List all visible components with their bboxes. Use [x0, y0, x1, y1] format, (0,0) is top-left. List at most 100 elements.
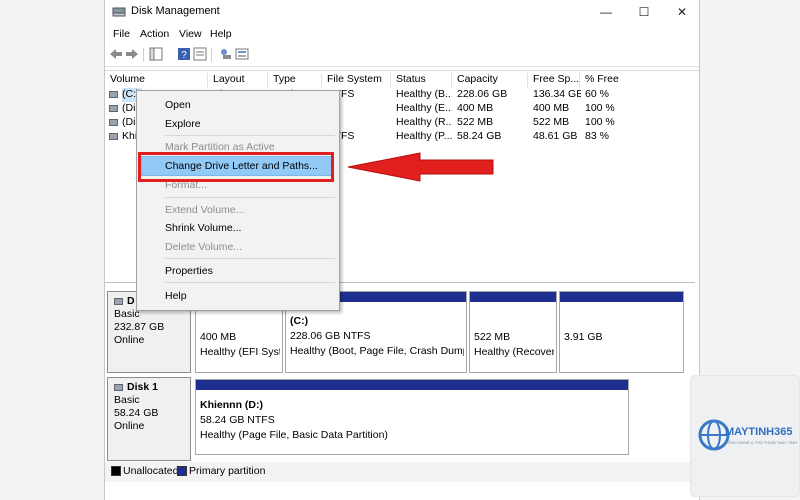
drive-icon	[109, 119, 118, 126]
toolbar-separator	[143, 48, 144, 62]
menu-item-help[interactable]: Help	[165, 290, 187, 302]
primary-partition-swatch	[177, 466, 187, 476]
partition-size: 400 MB	[200, 331, 237, 343]
partition-status: Healthy (EFI System	[200, 346, 280, 358]
brand-name: MAYTINH365	[725, 426, 793, 438]
properties-icon[interactable]	[193, 47, 207, 61]
partition-size: 228.06 GB NTFS	[290, 330, 371, 342]
toolbar: ?	[105, 44, 699, 67]
cell-percent-free: 100 %	[585, 116, 615, 128]
close-button[interactable]: ✕	[663, 0, 701, 24]
menu-view[interactable]: View	[179, 28, 202, 40]
disk-size: 58.24 GB	[114, 407, 159, 419]
context-menu: Open Explore Mark Partition as Active Ch…	[136, 90, 340, 311]
cell-capacity: 228.06 GB	[457, 88, 508, 100]
column-header-volume[interactable]: Volume	[105, 73, 208, 88]
cell-percent-free: 83 %	[585, 130, 609, 142]
disk-icon	[114, 298, 123, 305]
cell-capacity: 522 MB	[457, 116, 494, 128]
partition-status: Healthy (Page File, Basic Data Partition…	[200, 429, 388, 441]
cell-status: Healthy (P...	[396, 130, 452, 142]
connect-icon[interactable]	[219, 47, 233, 61]
brand-tagline: CÔNG NGHỆ & THỦ THUẬT MÁY TÍNH	[725, 440, 798, 445]
close-icon: ✕	[676, 5, 688, 19]
column-header-free-space[interactable]: Free Sp...	[528, 73, 580, 88]
disk-1-label[interactable]: Disk 1 Basic 58.24 GB Online	[107, 377, 191, 461]
cell-status: Healthy (B...	[396, 88, 452, 100]
partition-name: (C:)	[290, 315, 309, 327]
minimize-button[interactable]: —	[587, 0, 625, 24]
unallocated-swatch	[111, 466, 121, 476]
console-tree-icon[interactable]	[149, 47, 163, 61]
toolbar-separator	[211, 48, 212, 62]
maximize-button[interactable]: ☐	[625, 0, 663, 24]
menu-file[interactable]: File	[113, 28, 130, 40]
disk-type: Basic	[114, 394, 140, 406]
column-header-capacity[interactable]: Capacity	[452, 73, 528, 88]
partition-size: 522 MB	[474, 331, 511, 343]
cell-percent-free: 100 %	[585, 102, 615, 114]
cell-status: Healthy (E...	[396, 102, 452, 114]
menu-item-extend-volume: Extend Volume...	[165, 204, 245, 216]
disk-icon	[114, 384, 123, 391]
cell-free-space: 136.34 GB	[533, 88, 581, 100]
partition-status: Healthy (Boot, Page File, Crash Dump, Ba	[290, 345, 464, 357]
partition-size: 58.24 GB NTFS	[200, 414, 275, 426]
partition-name: Khiennn (D:)	[200, 399, 263, 411]
legend-primary-partition: Primary partition	[189, 465, 266, 477]
brand-watermark: MAYTINH365 CÔNG NGHỆ & THỦ THUẬT MÁY TÍN…	[690, 375, 800, 497]
menu-item-explore[interactable]: Explore	[165, 118, 201, 130]
partition-recovery[interactable]: 522 MB Healthy (Recovery	[469, 291, 557, 373]
partition-d[interactable]: Khiennn (D:) 58.24 GB NTFS Healthy (Page…	[195, 379, 629, 455]
menu-item-delete-volume: Delete Volume...	[165, 241, 243, 253]
disk-list-icon[interactable]	[235, 47, 249, 61]
cell-percent-free: 60 %	[585, 88, 609, 100]
disk-status: Online	[114, 420, 145, 432]
legend-bar: Unallocated Primary partition	[105, 462, 699, 482]
window-title: Disk Management	[131, 5, 220, 17]
menu-item-open[interactable]: Open	[165, 99, 191, 111]
cell-capacity: 58.24 GB	[457, 130, 502, 142]
menu-help[interactable]: Help	[210, 28, 232, 40]
maximize-icon: ☐	[638, 5, 650, 19]
menu-action[interactable]: Action	[140, 28, 169, 40]
primary-partition-bar	[470, 292, 556, 302]
cell-free-space: 400 MB	[533, 102, 570, 114]
minimize-icon: —	[600, 5, 612, 19]
column-header-layout[interactable]: Layout	[208, 73, 268, 88]
back-arrow-icon[interactable]	[109, 47, 123, 61]
disk-size: 232.87 GB	[114, 321, 165, 333]
menu-item-properties[interactable]: Properties	[165, 265, 213, 277]
menu-separator	[165, 135, 335, 136]
svg-text:?: ?	[181, 50, 187, 61]
partition-size: 3.91 GB	[564, 331, 603, 343]
cell-status: Healthy (R...	[396, 116, 452, 128]
cell-free-space: 522 MB	[533, 116, 570, 128]
drive-icon	[109, 105, 118, 112]
column-header-percent-free[interactable]: % Free	[580, 73, 699, 88]
menu-separator	[165, 282, 335, 283]
cell-free-space: 48.61 GB	[533, 130, 578, 142]
primary-partition-bar	[560, 292, 683, 302]
menu-item-shrink-volume[interactable]: Shrink Volume...	[165, 222, 241, 234]
column-header-type[interactable]: Type	[268, 73, 322, 88]
annotation-highlight-box	[138, 152, 334, 182]
disk-status: Online	[114, 334, 145, 346]
partition-status: Healthy (Recovery	[474, 346, 554, 358]
disk-management-app-icon	[112, 7, 126, 17]
title-bar: Disk Management — ☐ ✕	[105, 0, 699, 24]
legend-unallocated: Unallocated	[123, 465, 179, 477]
menu-separator	[165, 197, 335, 198]
help-icon[interactable]: ?	[177, 47, 191, 61]
primary-partition-bar	[196, 380, 628, 390]
column-header-file-system[interactable]: File System	[322, 73, 391, 88]
drive-icon	[109, 133, 118, 140]
annotation-arrow-icon	[347, 152, 494, 182]
cell-capacity: 400 MB	[457, 102, 494, 114]
disk-name: Disk 1	[127, 381, 158, 393]
disk-name: D	[127, 295, 135, 307]
forward-arrow-icon[interactable]	[125, 47, 139, 61]
partition-unlabeled[interactable]: 3.91 GB	[559, 291, 684, 373]
drive-icon	[109, 91, 118, 98]
column-header-status[interactable]: Status	[391, 73, 452, 88]
